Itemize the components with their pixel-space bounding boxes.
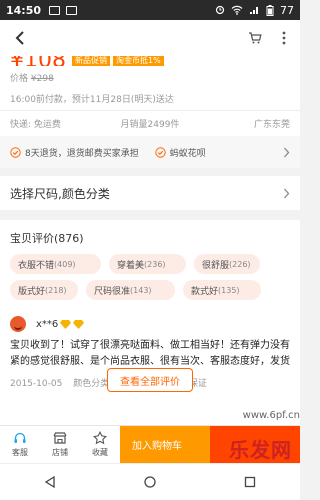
more-icon[interactable] [282, 31, 286, 45]
notification-icons [49, 5, 78, 15]
back-button[interactable] [0, 20, 40, 56]
service-guarantees[interactable]: 8天退货，退货邮费买家承担 蚂蚁花呗 [0, 136, 300, 168]
check-circle-icon [155, 146, 166, 158]
review-tag-count: (409) [54, 259, 76, 269]
nav-bar [0, 20, 300, 56]
review-tag-count: (226) [229, 259, 251, 269]
sku-selector[interactable]: 选择尺码,颜色分类 [0, 176, 300, 210]
diamond-icon [60, 319, 72, 329]
review-tag-label: 款式好 [191, 286, 219, 297]
check-circle-icon [10, 146, 21, 158]
huabei-text: 蚂蚁花呗 [169, 148, 206, 159]
sku-selector-label: 选择尺码,颜色分类 [10, 186, 110, 201]
favorite-button[interactable]: 收藏 [80, 426, 120, 463]
favorite-label: 收藏 [92, 448, 108, 457]
customer-service-label: 客服 [12, 448, 28, 457]
review-tag-count: (143) [130, 285, 152, 295]
review-title: 宝贝评价(876) [10, 232, 84, 245]
reviewer-name: x**6 [36, 318, 59, 330]
monthly-sales: 月销量2499件 [120, 120, 180, 130]
review-tag[interactable]: 衣服不错 (409) [10, 254, 101, 274]
review-tag-label: 尺码很准 [94, 286, 131, 297]
home-circle-icon[interactable] [143, 475, 157, 489]
back-triangle-icon[interactable] [43, 475, 57, 489]
review-tag-label: 衣服不错 [18, 260, 55, 271]
recents-square-icon[interactable] [243, 475, 257, 489]
diamond-icon [73, 319, 85, 329]
review-tag-label: 版式好 [18, 286, 46, 297]
star-icon [93, 431, 107, 445]
shipping-info-row: 快递: 免运费 月销量2499件 广东东莞 [0, 110, 300, 136]
review-tag[interactable]: 穿着美 (236) [109, 254, 186, 274]
promo-tag-coin: 淘金币抵1% [113, 56, 164, 66]
status-bar: 14:50 77 [0, 0, 300, 20]
review-tag-count: (218) [45, 285, 67, 295]
review-tag[interactable]: 款式好 (135) [183, 280, 261, 300]
chevron-right-icon [284, 147, 290, 157]
shop-label: 店铺 [52, 448, 68, 457]
shipping-fee: 快递: 免运费 [10, 120, 61, 130]
review-tag-label: 穿着美 [117, 260, 145, 271]
original-price-label: 价格 [10, 74, 29, 84]
image-icon [49, 5, 61, 15]
battery-icon [266, 4, 274, 16]
watermark-url: www.6pf.cn [242, 410, 300, 421]
message-icon [66, 5, 78, 15]
shop-button[interactable]: 店铺 [40, 426, 80, 463]
shop-icon [53, 432, 67, 444]
avatar [10, 316, 26, 332]
review-tag-count: (135) [218, 285, 240, 295]
signal-icon [250, 7, 258, 14]
review-tags: 衣服不错 (409) 穿着美 (236) 很舒服 (226) 版式好 (218) 尺码很… [10, 254, 290, 300]
headset-icon [14, 432, 26, 443]
review-text: 宝贝收到了！试穿了很漂亮哒面料、做工相当好！还有弹力没有紧的感觉很舒服、是个尚品… [10, 340, 290, 367]
view-all-reviews-button[interactable]: 查看全部评价 [107, 368, 193, 392]
huabei-service: 蚂蚁花呗 [155, 146, 206, 159]
system-nav-bar [0, 463, 300, 500]
status-time: 14:50 [6, 3, 42, 17]
reviewer: x**6 [10, 316, 290, 332]
watermark-name: 乐发网 [229, 438, 292, 462]
nav-actions [248, 31, 300, 45]
battery-level: 77 [280, 3, 294, 17]
return-policy-text: 8天退货，退货邮费买家承担 [25, 148, 139, 159]
return-policy: 8天退货，退货邮费买家承担 [10, 146, 139, 159]
review-tag[interactable]: 很舒服 (226) [194, 254, 260, 274]
promo-tag-new: 新品促销 [72, 56, 110, 66]
ship-location: 广东东莞 [253, 120, 290, 130]
review-date: 2015-10-05 [10, 379, 63, 389]
review-tag-label: 很舒服 [202, 260, 230, 271]
system-icons: 77 [215, 4, 294, 17]
customer-service-button[interactable]: 客服 [0, 426, 40, 463]
alarm-icon [215, 5, 225, 15]
review-tag[interactable]: 尺码很准 (143) [86, 280, 175, 300]
original-price-value: ¥298 [30, 74, 54, 84]
delivery-estimate: 16:00前付款，预计11月28日(明天)送达 [10, 95, 174, 105]
review-tag-count: (236) [144, 259, 166, 269]
current-price: ¥108 [10, 56, 66, 66]
price-row: ¥108 新品促销 淘金币抵1% [10, 56, 290, 66]
cart-icon[interactable] [248, 31, 262, 45]
add-to-cart-button[interactable]: 加入购物车 [120, 426, 210, 463]
review-tag[interactable]: 版式好 (218) [10, 280, 78, 300]
chevron-left-icon [15, 31, 24, 45]
chevron-right-icon [284, 188, 290, 198]
wifi-icon [231, 5, 243, 15]
original-price: 价格 ¥298 [10, 71, 290, 84]
